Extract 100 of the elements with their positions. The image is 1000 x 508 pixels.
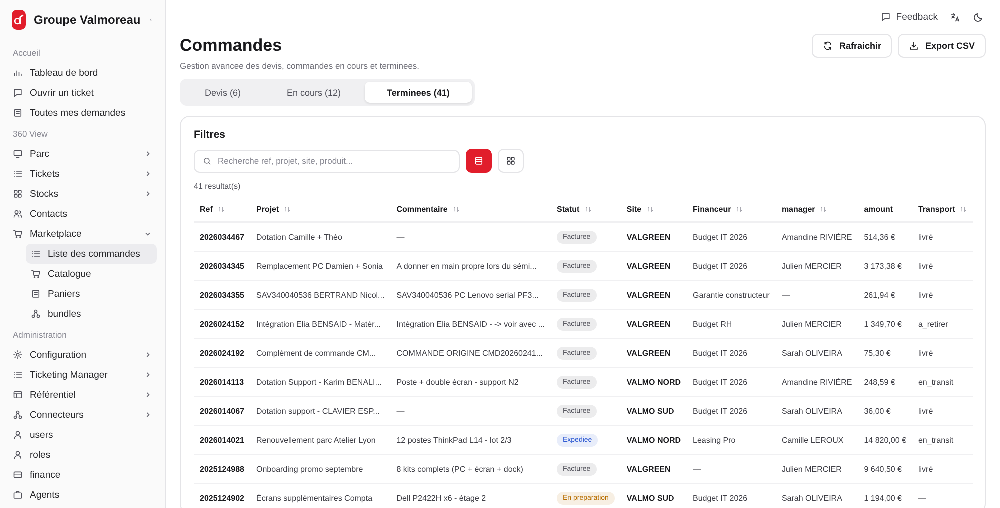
transport-cell: livré	[918, 290, 934, 300]
sidebar-item[interactable]: Tickets	[8, 164, 157, 184]
sidebar-item[interactable]: Stocks	[8, 184, 157, 204]
document-icon	[31, 289, 41, 299]
grid-icon	[506, 156, 516, 166]
sidebar-item[interactable]: Configuration	[8, 345, 157, 365]
result-count: 41 resultat(s)	[194, 182, 242, 191]
card-icon	[13, 470, 23, 480]
sort-icon[interactable]	[820, 206, 828, 212]
funder-cell: Budget IT 2026	[693, 232, 748, 242]
manager-cell: Sarah OLIVEIRA	[782, 348, 842, 358]
list-icon	[474, 156, 484, 166]
sidebar-item[interactable]: Parc	[8, 144, 157, 164]
column-header[interactable]: Projet	[256, 204, 280, 214]
translate-icon[interactable]	[950, 12, 961, 22]
search-icon	[203, 156, 212, 166]
sidebar-item[interactable]: Contacts	[8, 204, 157, 224]
ref-cell: 2026034345	[200, 262, 244, 270]
download-icon	[909, 41, 920, 51]
comment-cell: —	[396, 232, 405, 242]
sort-icon[interactable]	[452, 206, 460, 212]
column-header[interactable]: Financeur	[693, 204, 732, 214]
search-field[interactable]: Recherche ref, projet, site, produit...	[194, 150, 460, 172]
refresh-button[interactable]: Rafraichir	[812, 34, 892, 58]
document-icon	[13, 108, 23, 118]
manager-cell: Julien MERCIER	[782, 262, 842, 270]
monitor-icon	[13, 149, 23, 159]
transport-cell: livré	[918, 406, 934, 416]
site-cell: VALGREEN	[626, 290, 671, 300]
column-header[interactable]: amount	[864, 204, 894, 214]
export-button[interactable]: Export CSV	[898, 34, 986, 58]
column-header[interactable]: Statut	[557, 204, 580, 214]
sidebar-item[interactable]: Ouvrir un ticket	[8, 83, 157, 103]
users-icon	[13, 209, 23, 219]
collapse-icon[interactable]	[148, 16, 153, 24]
tab[interactable]: En cours (12)	[265, 82, 364, 103]
column-header[interactable]: Transport	[918, 204, 956, 214]
sidebar-item[interactable]: Référentiel	[8, 385, 157, 405]
section-heading: Accueil	[12, 47, 42, 60]
funder-cell: —	[693, 464, 701, 474]
list-view-button[interactable]	[466, 149, 492, 173]
transport-cell: livré	[918, 464, 934, 474]
sort-icon[interactable]	[218, 206, 225, 212]
sidebar-item[interactable]: Marketplace	[8, 224, 157, 244]
section-heading: Administration	[12, 329, 68, 342]
section-heading: 360 View	[12, 128, 49, 141]
site-cell: VALGREEN	[626, 348, 671, 358]
ref-cell: 2026034467	[200, 232, 244, 242]
sort-icon[interactable]	[584, 206, 592, 212]
comment-cell: SAV340040536 PC Lenovo serial PF3...	[396, 290, 539, 300]
transport-cell: a_retirer	[918, 320, 948, 328]
funder-cell: Budget IT 2026	[693, 406, 748, 416]
ref-cell: 2025124902	[200, 494, 244, 502]
page-subtitle: Gestion avancee des devis, commandes en cours et terminees.	[180, 61, 420, 71]
amount-cell: 75,30 €	[864, 348, 891, 358]
column-header[interactable]: Ref	[200, 204, 213, 214]
sidebar-item[interactable]: Liste des commandes	[26, 244, 157, 264]
sidebar-item[interactable]: Ticketing Manager	[8, 365, 157, 385]
sidebar-item[interactable]: Agents	[8, 485, 157, 505]
sidebar-item[interactable]: roles	[8, 445, 157, 465]
project-cell: Onboarding promo septembre	[256, 464, 364, 474]
tab[interactable]: Terminees (41)	[365, 82, 472, 103]
amount-cell: 248,59 €	[864, 378, 896, 386]
column-header[interactable]: manager	[782, 204, 816, 214]
sort-icon[interactable]	[736, 206, 744, 212]
sort-icon[interactable]	[646, 206, 654, 212]
sort-icon[interactable]	[960, 206, 968, 212]
sidebar-item[interactable]: finance	[8, 465, 157, 485]
moon-icon[interactable]	[973, 12, 984, 22]
column-header[interactable]: Site	[626, 204, 642, 214]
comment-cell: Poste + double écran - support N2	[396, 378, 519, 386]
sidebar-item[interactable]: Paniers	[26, 284, 157, 304]
ref-cell: 2026014113	[200, 378, 244, 386]
site-cell: VALGREEN	[626, 232, 671, 242]
comment-cell: Intégration Elia BENSAID - -> voir avec ...	[396, 320, 545, 328]
feedback-button[interactable]: Feedback	[881, 12, 938, 22]
project-cell: Renouvellement parc Atelier Lyon	[256, 436, 376, 444]
manager-cell: Camille LEROUX	[782, 436, 844, 444]
sidebar-item[interactable]: Toutes mes demandes	[8, 103, 157, 123]
sidebar-item[interactable]: Tableau de bord	[8, 63, 157, 83]
project-cell: Dotation Support - Karim BENALI...	[256, 378, 382, 386]
amount-cell: 36,00 €	[864, 406, 891, 416]
sidebar-item[interactable]: users	[8, 425, 157, 445]
grid-view-button[interactable]	[498, 149, 524, 173]
briefcase-icon	[13, 490, 23, 500]
tab[interactable]: Devis (6)	[183, 82, 264, 103]
ref-cell: 2026014021	[200, 436, 244, 444]
amount-cell: 3 173,38 €	[864, 262, 902, 270]
sidebar-item[interactable]: Connecteurs	[8, 405, 157, 425]
settings-icon	[13, 350, 23, 360]
sidebar-item[interactable]: bundles	[26, 304, 157, 324]
column-header[interactable]: Commentaire	[396, 204, 448, 214]
amount-cell: 261,94 €	[864, 290, 896, 300]
transport-cell: en_transit	[918, 436, 954, 444]
bar-chart-icon	[13, 68, 23, 78]
nodes-icon	[31, 309, 41, 319]
cart-icon	[13, 229, 23, 239]
sidebar-item[interactable]: Catalogue	[26, 264, 157, 284]
sort-icon[interactable]	[284, 206, 292, 212]
project-cell: Complément de commande CM...	[256, 348, 376, 358]
